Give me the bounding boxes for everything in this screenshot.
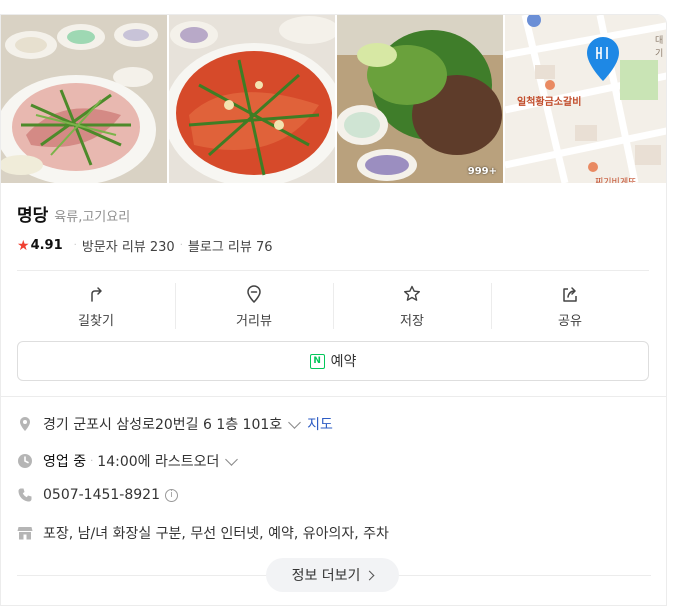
map-label-restaurant: 일척황금소갈비 [517, 97, 582, 108]
divider [1, 396, 666, 397]
more-info-button[interactable]: 정보 더보기 [266, 558, 399, 592]
divider [17, 270, 649, 271]
directions-label: 길찾기 [78, 313, 114, 329]
chevron-right-icon [364, 570, 375, 580]
place-card: 999+ 일척황금소갈비 대기 찌기비게또 명당 육류,고기요리 ★ 4.91 … [0, 14, 667, 606]
phone-icon [18, 488, 32, 502]
rating-score: 4.91 [30, 238, 63, 253]
amenities-text: 포장, 남/녀 화장실 구분, 무선 인터넷, 예약, 유아의자, 주차 [43, 526, 389, 542]
place-name[interactable]: 명당 [17, 201, 48, 226]
photo-1[interactable] [1, 15, 167, 183]
share-icon [563, 286, 577, 302]
directions-icon [91, 286, 102, 302]
separator-dot: · [73, 240, 77, 251]
amenities-row: 포장, 남/녀 화장실 구분, 무선 인터넷, 예약, 유아의자, 주차 [17, 523, 389, 543]
streetview-label: 거리뷰 [236, 313, 272, 329]
star-icon [404, 285, 420, 301]
separator-dot: · [179, 240, 183, 251]
pin-icon [247, 284, 261, 303]
action-bar: 길찾기 거리뷰 저장 공유 [17, 281, 649, 331]
more-info-label: 정보 더보기 [291, 568, 361, 584]
rating-row: ★ 4.91 · 방문자 리뷰 230 · 블로그 리뷰 76 [17, 236, 273, 256]
map-thumbnail[interactable]: 일척황금소갈비 대기 찌기비게또 [505, 15, 666, 183]
phone-number[interactable]: 0507-1451-8921 [43, 487, 160, 503]
chevron-down-icon[interactable] [225, 452, 239, 466]
address-row: 경기 군포시 삼성로20번길 6 1층 101호 지도 [17, 414, 333, 434]
photo-strip: 999+ 일척황금소갈비 대기 찌기비게또 [1, 15, 666, 183]
location-pin-icon [20, 417, 30, 431]
star-icon: ★ [17, 237, 30, 254]
clock-icon [18, 454, 32, 468]
last-order-text: 14:00에 라스트오더 [97, 454, 220, 470]
directions-button[interactable]: 길찾기 [17, 281, 175, 331]
title-row: 명당 육류,고기요리 [17, 201, 130, 226]
info-icon[interactable]: i [165, 488, 178, 502]
share-button[interactable]: 공유 [491, 281, 649, 331]
map-label-corner: 대기 [655, 36, 664, 59]
visitor-reviews-link[interactable]: 방문자 리뷰 230 [82, 236, 175, 255]
photo-2[interactable] [169, 15, 335, 183]
photo-count-badge: 999+ [467, 166, 497, 177]
naver-booking-icon: N [309, 353, 325, 369]
address-text: 경기 군포시 삼성로20번길 6 1층 101호 [43, 417, 283, 433]
chevron-down-icon[interactable] [288, 415, 302, 429]
place-category: 육류,고기요리 [54, 210, 131, 225]
store-icon [17, 527, 33, 540]
streetview-button[interactable]: 거리뷰 [175, 281, 333, 331]
blog-reviews-link[interactable]: 블로그 리뷰 76 [188, 236, 273, 255]
map-link[interactable]: 지도 [307, 414, 333, 434]
reserve-label: 예약 [330, 354, 357, 370]
save-label: 저장 [400, 313, 424, 329]
hours-row[interactable]: 영업 중 · 14:00에 라스트오더 [17, 451, 244, 471]
photo-3[interactable]: 999+ [337, 15, 503, 183]
separator-dot: · [90, 455, 94, 467]
phone-row: 0507-1451-8921 i [17, 487, 178, 503]
reserve-button[interactable]: N 예약 [17, 341, 649, 381]
map-label-bottom: 찌기비게또 [595, 178, 637, 183]
open-status: 영업 중 [43, 454, 87, 470]
save-button[interactable]: 저장 [333, 281, 491, 331]
share-label: 공유 [558, 313, 582, 329]
